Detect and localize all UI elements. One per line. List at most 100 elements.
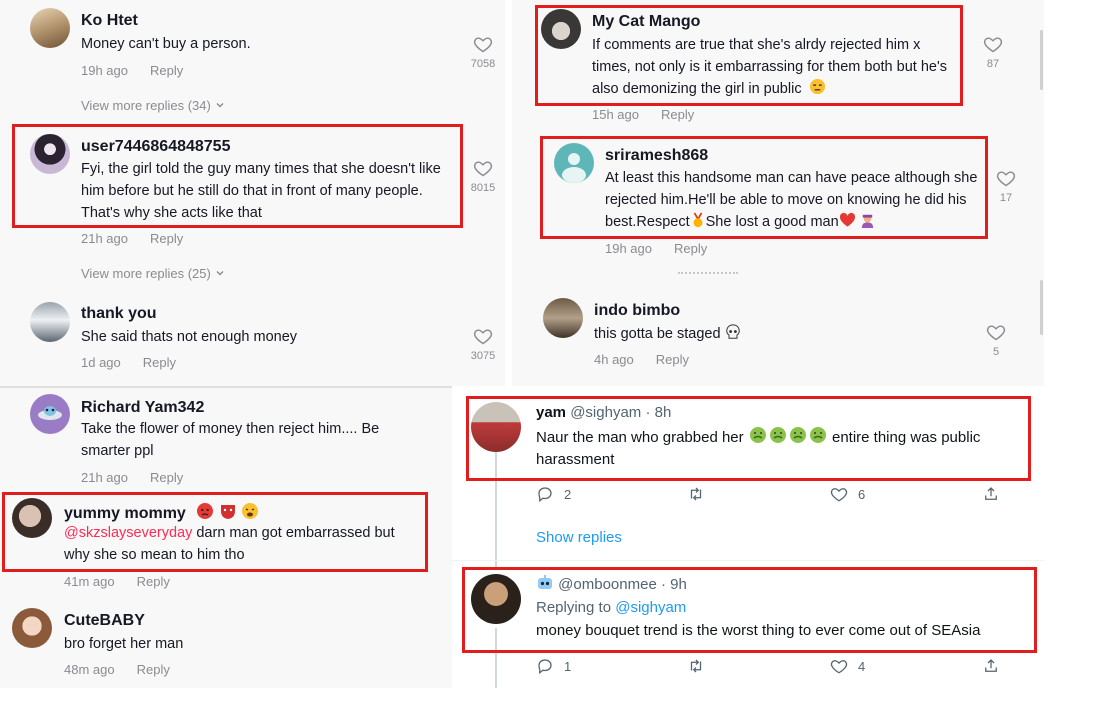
comment-meta: 19h ago Reply [605,241,707,256]
comment-username[interactable]: Ko Htet [81,12,138,30]
comment-meta: 48m ago Reply [64,662,170,677]
highlight-box [535,5,963,106]
like-control[interactable]: 3075 [463,326,503,362]
comment-meta: 1d ago Reply [81,355,176,370]
highlight-box [540,136,988,239]
heart-icon[interactable] [996,168,1016,188]
reply-action[interactable]: 1 [536,657,571,675]
like-control[interactable]: 7058 [463,34,503,70]
reply-button[interactable]: Reply [143,355,176,370]
reply-count: 2 [564,486,572,502]
heart-icon[interactable] [986,322,1006,342]
chevron-down-icon [214,99,226,111]
view-more-replies[interactable]: View more replies (25) [81,266,226,281]
retweet-action[interactable] [686,657,716,675]
like-action[interactable]: 6 [830,485,865,503]
reply-button[interactable]: Reply [656,352,689,367]
like-action[interactable]: 4 [830,657,865,675]
comment-text: Take the flower of money then reject him… [81,421,380,459]
comment-username[interactable]: indo bimbo [594,302,680,320]
comment-time: 48m ago [64,662,115,677]
comment-time: 15h ago [592,107,639,122]
view-more-replies-label[interactable]: View more replies (34) [81,98,211,113]
comment-meta: 4h ago Reply [594,352,689,367]
heart-icon[interactable] [473,34,493,54]
view-more-replies[interactable]: View more replies (34) [81,98,226,113]
comment-time: 19h ago [81,63,128,78]
like-count: 5 [992,346,1000,358]
comment-time: 21h ago [81,231,128,246]
like-control[interactable]: 5 [976,322,1016,358]
avatar[interactable] [30,302,70,342]
reply-bubble-icon[interactable] [536,485,554,503]
share-action[interactable] [982,657,1010,675]
like-count: 4 [858,658,866,674]
highlight-box [466,396,1031,481]
scrollbar[interactable] [1040,30,1043,90]
comment-text: bro forget her man [64,636,184,652]
avatar[interactable] [543,298,583,338]
show-replies-link[interactable]: Show replies [536,529,622,546]
heart-icon[interactable] [983,34,1003,54]
highlight-box [12,124,463,228]
chevron-down-icon [214,267,226,279]
comment-meta: 21h ago Reply [81,470,183,485]
like-control[interactable]: 87 [973,34,1013,70]
comment-username[interactable]: thank you [81,305,157,323]
reply-button[interactable]: Reply [150,231,183,246]
highlight-box [462,567,1037,653]
reply-button[interactable]: Reply [150,63,183,78]
share-action[interactable] [982,485,1010,503]
retweet-action[interactable] [686,485,716,503]
comment-meta: 15h ago Reply [592,107,694,122]
reply-button[interactable]: Reply [661,107,694,122]
reply-button[interactable]: Reply [150,470,183,485]
highlight-box [2,492,428,572]
reply-bubble-icon[interactable] [536,657,554,675]
comment-time: 21h ago [81,470,128,485]
comment-time: 19h ago [605,241,652,256]
like-count: 7058 [470,58,496,70]
comment-time: 41m ago [64,574,115,589]
comment-meta: 19h ago Reply [81,63,183,78]
comment-username[interactable]: Richard Yam342 [81,399,204,417]
comment-username[interactable]: CuteBABY [64,612,145,630]
divider [452,560,1044,561]
heart-icon[interactable] [473,158,493,178]
loading-indicator [678,272,738,275]
reply-action[interactable]: 2 [536,485,571,503]
reply-button[interactable]: Reply [137,574,170,589]
heart-icon[interactable] [830,657,848,675]
comment-time: 4h ago [594,352,634,367]
retweet-icon[interactable] [686,485,706,503]
comment-meta: 21h ago Reply [81,231,183,246]
comment-text-body: this gotta be staged [594,326,721,342]
share-icon[interactable] [982,657,1000,675]
like-count: 6 [858,486,866,502]
comment-text: She said thats not enough money [81,329,298,345]
retweet-icon[interactable] [686,657,706,675]
reply-count: 1 [564,658,572,674]
reply-button[interactable]: Reply [137,662,170,677]
like-count: 3075 [470,350,496,362]
scrollbar[interactable] [1040,280,1043,335]
heart-icon[interactable] [473,326,493,346]
comment-time: 1d ago [81,355,121,370]
comment-meta: 41m ago Reply [64,574,170,589]
like-control[interactable]: 17 [986,168,1026,204]
like-count: 8015 [470,182,496,194]
avatar[interactable] [30,8,70,48]
skull-icon [725,324,740,339]
like-control[interactable]: 8015 [463,158,503,194]
avatar[interactable] [30,394,70,434]
like-count: 87 [986,58,1000,70]
comment-text: this gotta be staged [594,323,954,345]
like-count: 17 [999,192,1013,204]
heart-icon[interactable] [830,485,848,503]
avatar[interactable] [12,608,52,648]
alien-icon [38,406,62,420]
comment-text: Money can't buy a person. [81,36,251,52]
reply-button[interactable]: Reply [674,241,707,256]
share-icon[interactable] [982,485,1000,503]
view-more-replies-label[interactable]: View more replies (25) [81,266,211,281]
